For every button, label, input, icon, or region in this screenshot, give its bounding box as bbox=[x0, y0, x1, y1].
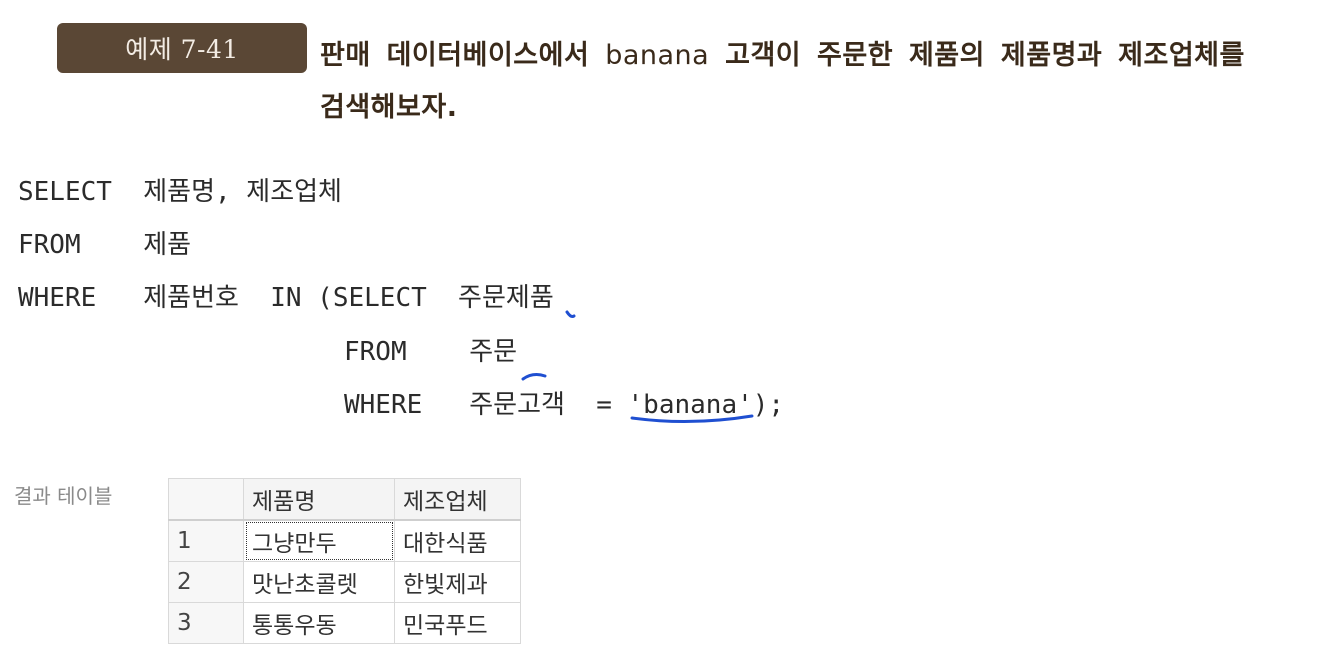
problem-text-customer: banana bbox=[605, 40, 710, 71]
sql-line-where: WHERE 제품번호 IN (SELECT 주문제품 bbox=[18, 283, 554, 313]
cell-manufacturer[interactable]: 대한식품 bbox=[394, 519, 521, 562]
header-product-name: 제품명 bbox=[243, 478, 395, 521]
cell-manufacturer[interactable]: 한빛제과 bbox=[394, 561, 521, 603]
row-number: 3 bbox=[168, 602, 244, 644]
problem-text-b: 고객이 주문한 제품의 제품명과 제조업체를 bbox=[725, 40, 1245, 71]
cell-product-name[interactable]: 통통우동 bbox=[243, 602, 395, 644]
table-row: 3 통통우동 민국푸드 bbox=[168, 602, 521, 644]
result-table-label: 결과 테이블 bbox=[14, 484, 113, 508]
sql-line-select: SELECT 제품명, 제조업체 bbox=[18, 177, 342, 207]
table-row: 2 맛난초콜렛 한빛제과 bbox=[168, 561, 521, 603]
sql-line-from: FROM 제품 bbox=[18, 230, 192, 260]
row-number: 1 bbox=[168, 519, 244, 562]
table-row: 1 그냥만두 대한식품 bbox=[168, 519, 521, 562]
result-table-header-row: 제품명 제조업체 bbox=[168, 478, 521, 521]
result-table: 제품명 제조업체 1 그냥만두 대한식품 2 맛난초콜렛 한빛제과 3 통통우동… bbox=[168, 478, 521, 644]
sql-subquery-from: FROM 주문 bbox=[344, 337, 518, 367]
header-rownum bbox=[168, 478, 244, 521]
cell-product-name[interactable]: 맛난초콜렛 bbox=[243, 561, 395, 603]
problem-line-1: 판매 데이터베이스에서 banana 고객이 주문한 제품의 제품명과 제조업체… bbox=[320, 30, 1310, 82]
problem-text-a: 판매 데이터베이스에서 bbox=[320, 40, 590, 71]
cell-product-name[interactable]: 그냥만두 bbox=[243, 519, 395, 562]
annotation-mark-2 bbox=[521, 373, 547, 381]
example-badge: 예제 7-41 bbox=[57, 23, 307, 73]
sql-subquery-where: WHERE 주문고객 = 'banana'); bbox=[344, 390, 785, 420]
problem-line-2: 검색해보자. bbox=[320, 92, 458, 123]
header-manufacturer: 제조업체 bbox=[394, 478, 521, 521]
problem-statement: 판매 데이터베이스에서 banana 고객이 주문한 제품의 제품명과 제조업체… bbox=[320, 30, 1310, 134]
cell-manufacturer[interactable]: 민국푸드 bbox=[394, 602, 521, 644]
row-number: 2 bbox=[168, 561, 244, 603]
annotation-mark-1 bbox=[565, 310, 576, 318]
